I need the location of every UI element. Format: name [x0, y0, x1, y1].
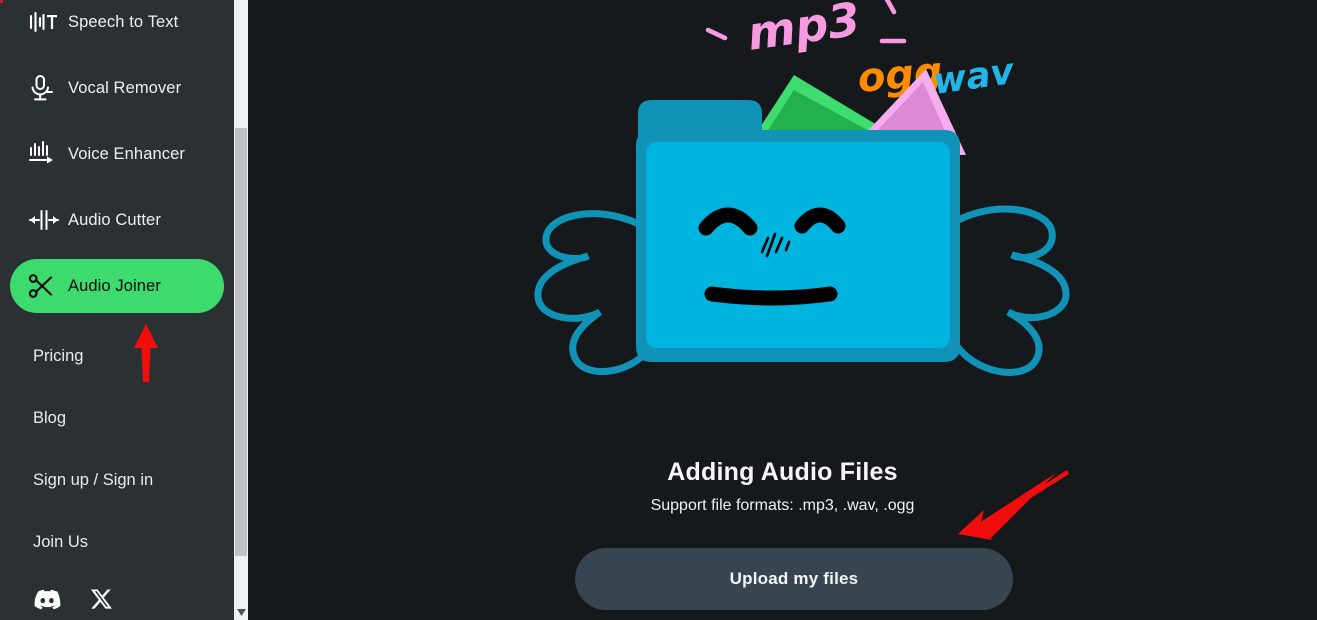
folder-front-face	[646, 142, 950, 348]
sidebar-item-speech-to-text[interactable]: Speech to Text	[10, 0, 224, 49]
main-content: ogg mp3 wav Adding Audio Files Support f…	[248, 0, 1317, 620]
sidebar-link-join-us[interactable]: Join Us	[33, 533, 88, 552]
sidebar-item-audio-cutter[interactable]: Audio Cutter	[10, 193, 224, 247]
page-title: Adding Audio Files	[667, 458, 898, 486]
sidebar-item-audio-joiner[interactable]: Audio Joiner	[10, 259, 224, 313]
sidebar-item-label: Audio Joiner	[68, 276, 161, 295]
folder-character-illustration: ogg mp3 wav	[534, 0, 1070, 376]
upload-my-files-button[interactable]: Upload my files	[575, 548, 1013, 610]
sidebar-link-pricing[interactable]: Pricing	[33, 347, 83, 366]
speech-to-text-icon	[28, 10, 68, 34]
format-label-mp3: mp3	[744, 0, 863, 61]
corner-marker	[0, 0, 3, 3]
character-mouth	[704, 286, 838, 306]
sidebar: Speech to Text Vocal Remover Voice Enhan…	[0, 0, 234, 620]
scissors-icon	[28, 273, 68, 299]
sidebar-item-label: Speech to Text	[68, 12, 179, 31]
discord-icon[interactable]	[33, 589, 61, 616]
supported-formats-text: Support file formats: .mp3, .wav, .ogg	[650, 497, 915, 514]
sidebar-item-label: Audio Cutter	[68, 210, 161, 229]
sidebar-item-voice-enhancer[interactable]: Voice Enhancer	[10, 127, 224, 181]
sidebar-item-label: Voice Enhancer	[68, 144, 185, 163]
audio-cutter-icon	[28, 208, 68, 232]
microphone-icon	[28, 74, 68, 102]
x-twitter-icon[interactable]	[90, 588, 113, 616]
sidebar-scrollbar[interactable]	[234, 0, 248, 620]
format-label-wav: wav	[931, 51, 1018, 103]
social-links	[33, 588, 113, 616]
voice-enhancer-icon	[28, 140, 68, 168]
sidebar-link-blog[interactable]: Blog	[33, 409, 66, 428]
sidebar-item-vocal-remover[interactable]: Vocal Remover	[10, 61, 224, 115]
sidebar-scrollbar-thumb[interactable]	[235, 128, 247, 556]
sidebar-item-label: Vocal Remover	[68, 78, 182, 97]
scroll-down-arrow-icon[interactable]	[234, 604, 248, 620]
sidebar-link-signup-signin[interactable]: Sign up / Sign in	[33, 471, 153, 490]
app-root: Speech to Text Vocal Remover Voice Enhan…	[0, 0, 1317, 620]
character-right-arm	[944, 205, 1070, 376]
